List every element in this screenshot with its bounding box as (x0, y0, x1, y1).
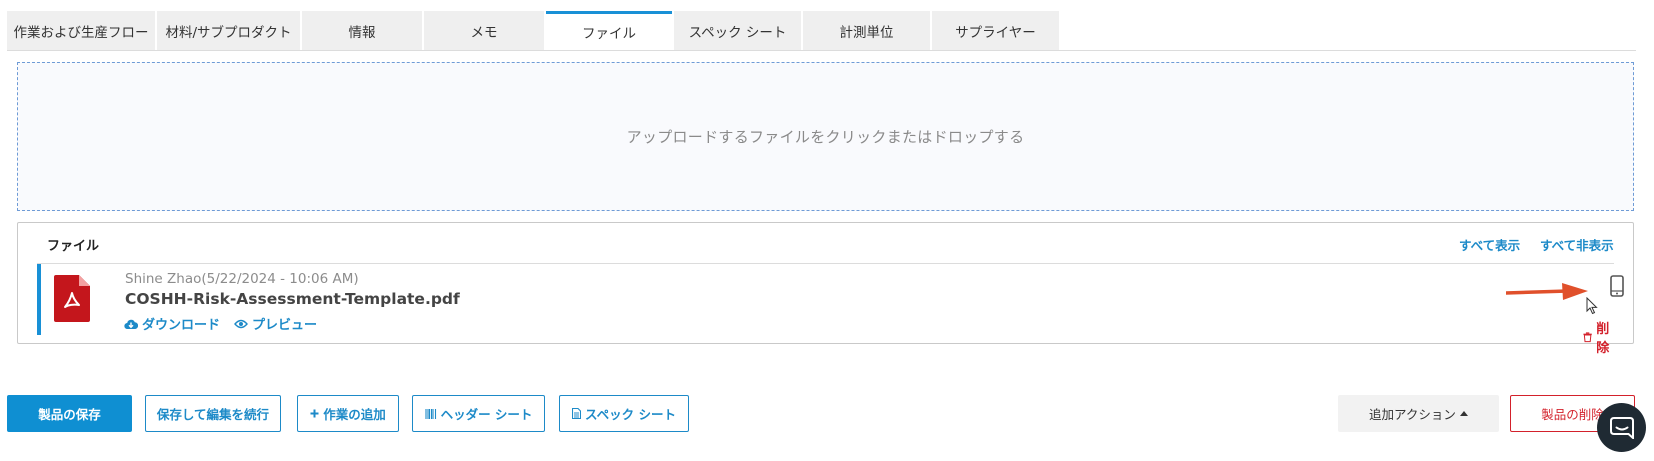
tab-materials[interactable]: 材料/サブプロダクト (157, 11, 300, 50)
chat-launcher-button[interactable] (1597, 403, 1646, 452)
tab-info[interactable]: 情報 (302, 11, 422, 50)
spec-sheet-label: スペック シート (585, 407, 676, 422)
tab-files[interactable]: ファイル (546, 11, 672, 50)
eye-icon (234, 319, 248, 328)
add-work-button[interactable]: 作業の追加 (297, 395, 399, 432)
files-panel-title: ファイル (47, 239, 100, 254)
header-sheet-button[interactable]: ヘッダー シート (412, 395, 545, 432)
pdf-file-icon (54, 275, 90, 322)
caret-up-icon (1459, 411, 1468, 416)
show-all-link[interactable]: すべて表示 (1459, 235, 1520, 254)
tab-label: ファイル (582, 26, 636, 42)
delete-product-label: 製品の削除 (1541, 407, 1604, 422)
tab-label: 作業および生産フロー (13, 24, 149, 41)
tab-label: 材料/サブプロダクト (165, 24, 292, 41)
file-name: COSHH-Risk-Assessment-Template.pdf (125, 290, 460, 308)
tab-spec-sheet[interactable]: スペック シート (674, 11, 801, 50)
more-actions-button[interactable]: 追加アクション (1338, 395, 1499, 432)
files-panel: ファイル すべて表示 すべて非表示 Shine Zhao(5/22/2024 -… (17, 222, 1634, 356)
annotation-arrow (1506, 283, 1588, 300)
more-actions-label: 追加アクション (1369, 407, 1456, 422)
document-icon (572, 408, 581, 419)
barcode-icon (425, 408, 436, 419)
delete-file-link[interactable]: 削除 (1583, 318, 1618, 356)
trash-icon (1583, 332, 1592, 343)
chat-icon (1609, 416, 1634, 439)
tab-suppliers[interactable]: サプライヤー (932, 11, 1059, 50)
tab-bar: 作業および生産フロー 材料/サブプロダクト 情報 メモ ファイル スペック シー… (7, 11, 1061, 50)
preview-label: プレビュー (252, 318, 318, 333)
file-item: Shine Zhao(5/22/2024 - 10:06 AM) COSHH-R… (37, 264, 1624, 356)
file-upload-dropzone[interactable]: アップロードするファイルをクリックまたはドロップする (17, 62, 1634, 211)
save-and-continue-button[interactable]: 保存して編集を続行 (145, 395, 281, 432)
file-actions: ダウンロード プレビュー (124, 314, 317, 333)
header-sheet-label: ヘッダー シート (440, 407, 533, 422)
save-product-label: 製品の保存 (38, 407, 101, 422)
tab-memo[interactable]: メモ (424, 11, 544, 50)
download-link[interactable]: ダウンロード (124, 314, 220, 333)
tab-work-flow[interactable]: 作業および生産フロー (7, 11, 155, 50)
download-label: ダウンロード (142, 318, 221, 333)
tab-label: 計測単位 (839, 24, 894, 41)
mobile-phone-icon[interactable] (1610, 275, 1624, 297)
delete-label: 削除 (1596, 322, 1610, 356)
tab-divider (7, 50, 1636, 51)
save-product-button[interactable]: 製品の保存 (7, 395, 132, 432)
save-continue-label: 保存して編集を続行 (156, 407, 270, 422)
tab-label: 情報 (348, 24, 376, 41)
add-work-label: 作業の追加 (323, 407, 386, 422)
tab-label: サプライヤー (955, 24, 1036, 41)
tab-units[interactable]: 計測単位 (803, 11, 930, 50)
preview-link[interactable]: プレビュー (234, 314, 317, 333)
hide-all-link[interactable]: すべて非表示 (1540, 235, 1614, 254)
dropzone-text: アップロードするファイルをクリックまたはドロップする (626, 128, 1025, 146)
tab-label: メモ (470, 24, 498, 41)
plus-icon (310, 409, 319, 418)
mouse-cursor-icon (1586, 297, 1598, 315)
cloud-download-icon (124, 319, 138, 329)
tab-label: スペック シート (688, 24, 787, 41)
file-uploader-info: Shine Zhao(5/22/2024 - 10:06 AM) (125, 271, 359, 287)
spec-sheet-button[interactable]: スペック シート (559, 395, 689, 432)
